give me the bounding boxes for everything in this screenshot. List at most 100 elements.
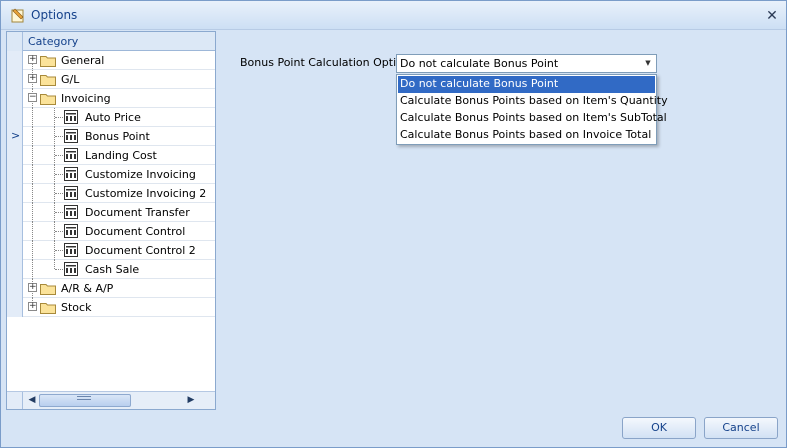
scrollbar-corner	[7, 392, 23, 409]
row-indicator	[7, 70, 23, 89]
scrollbar-grip	[77, 396, 91, 400]
expand-icon[interactable]: +	[28, 283, 37, 292]
cancel-button[interactable]: Cancel	[704, 417, 778, 439]
category-tree[interactable]: Category + General + G/L − Invoicing Auto Pric…	[6, 31, 216, 410]
settings-page-icon	[64, 262, 78, 276]
tree-row[interactable]: Landing Cost	[7, 146, 215, 165]
row-indicator	[7, 241, 23, 260]
tree-row-label: A/R & A/P	[61, 282, 114, 295]
collapse-icon[interactable]: −	[28, 93, 37, 102]
tree-connector	[55, 193, 63, 194]
tree-row-label: Invoicing	[61, 92, 111, 105]
settings-page-icon	[64, 243, 78, 257]
expand-icon[interactable]: +	[28, 55, 37, 64]
chevron-down-icon[interactable]: ▼	[642, 57, 654, 70]
tree-row[interactable]: Auto Price	[7, 108, 215, 127]
expand-icon[interactable]: +	[28, 74, 37, 83]
tree-row[interactable]: + Stock	[7, 298, 215, 317]
tree-row[interactable]: + General	[7, 51, 215, 79]
options-app-icon	[11, 8, 24, 23]
tree-connector	[55, 117, 63, 118]
row-indicator: >	[7, 127, 23, 146]
tree-connector	[55, 155, 63, 156]
row-indicator	[7, 165, 23, 184]
dropdown-option[interactable]: Calculate Bonus Points based on Invoice …	[398, 127, 655, 144]
folder-icon	[40, 94, 56, 105]
dropdown-option[interactable]: Calculate Bonus Points based on Item's S…	[398, 110, 667, 127]
tree-row-label: Landing Cost	[85, 149, 157, 162]
row-indicator	[7, 108, 23, 127]
select-value: Do not calculate Bonus Point	[400, 57, 559, 70]
settings-page-icon	[64, 148, 78, 162]
settings-page-icon	[64, 224, 78, 238]
tree-connector	[55, 212, 63, 213]
tree-row[interactable]: Customize Invoicing	[7, 165, 215, 184]
tree-row[interactable]: > Bonus Point	[7, 127, 215, 146]
tree-row-label: General	[61, 54, 105, 67]
tree-row[interactable]: Document Control	[7, 222, 215, 241]
tree-row-label: Document Transfer	[85, 206, 190, 219]
settings-page-icon	[64, 129, 78, 143]
tree-connector	[55, 174, 63, 175]
row-focus-arrow-icon: >	[11, 129, 21, 142]
tree-row-label: Document Control 2	[85, 244, 196, 257]
tree-row-label: Cash Sale	[85, 263, 140, 276]
settings-page-icon	[64, 186, 78, 200]
tree-header-label: Category	[28, 35, 79, 48]
tree-connector	[55, 250, 63, 251]
row-indicator	[7, 260, 23, 279]
row-indicator	[7, 184, 23, 203]
row-indicator	[7, 146, 23, 165]
scroll-left-icon[interactable]: ◀	[25, 393, 39, 408]
settings-page-icon	[64, 167, 78, 181]
row-indicator	[7, 51, 23, 70]
tree-connector	[32, 260, 33, 279]
ok-button[interactable]: OK	[622, 417, 696, 439]
folder-icon	[40, 284, 56, 295]
row-indicator	[7, 203, 23, 222]
tree-row[interactable]: + A/R & A/P	[7, 279, 215, 298]
row-indicator	[7, 89, 23, 108]
window-title: Options	[31, 8, 78, 22]
tree-connector	[32, 241, 33, 260]
tree-connector	[55, 269, 63, 270]
bonus-point-option-dropdown: Do not calculate Bonus Point Calculate Bo…	[396, 74, 668, 145]
tree-connector	[55, 231, 63, 232]
tree-row[interactable]: Document Transfer	[7, 203, 215, 222]
tree-row[interactable]: + G/L	[7, 70, 215, 89]
folder-icon	[40, 303, 56, 314]
tree-row-label: Auto Price	[85, 111, 141, 124]
tree-row[interactable]: Customize Invoicing 2	[7, 184, 215, 203]
folder-icon	[40, 75, 56, 86]
tree-connector	[32, 127, 33, 146]
bonus-point-option-label: Bonus Point Calculation Option	[240, 56, 410, 69]
tree-connector	[54, 260, 55, 269]
folder-icon	[40, 56, 56, 67]
row-indicator	[7, 298, 23, 317]
bonus-point-option-select[interactable]: Do not calculate Bonus Point ▼	[396, 54, 657, 73]
tree-row-label: Customize Invoicing	[85, 168, 196, 181]
expand-icon[interactable]: +	[28, 302, 37, 311]
close-icon[interactable]: ✕	[763, 7, 781, 25]
tree-row[interactable]: − Invoicing	[7, 89, 215, 108]
tree-connector	[32, 108, 33, 127]
tree-row-label: Document Control	[85, 225, 186, 238]
settings-page-icon	[64, 110, 78, 124]
options-window: Options ✕ Category + General + G/L − Invoicin…	[0, 0, 787, 448]
row-indicator	[7, 222, 23, 241]
scroll-right-icon[interactable]: ▶	[184, 393, 198, 408]
row-indicator	[7, 32, 23, 51]
tree-row-label: Stock	[61, 301, 92, 314]
tree-row-label: Customize Invoicing 2	[85, 187, 207, 200]
settings-page-icon	[64, 205, 78, 219]
dropdown-option[interactable]: Calculate Bonus Points based on Item's Q…	[398, 93, 668, 110]
horizontal-scrollbar[interactable]: ◀ ▶	[7, 391, 215, 409]
tree-connector	[32, 165, 33, 184]
title-bar: Options ✕	[1, 1, 786, 30]
tree-connector	[32, 203, 33, 222]
dropdown-option[interactable]: Do not calculate Bonus Point	[398, 76, 655, 93]
tree-row[interactable]: Cash Sale	[7, 260, 215, 279]
tree-header: Category	[7, 32, 215, 51]
tree-row[interactable]: Document Control 2	[7, 241, 215, 260]
row-indicator	[7, 279, 23, 298]
